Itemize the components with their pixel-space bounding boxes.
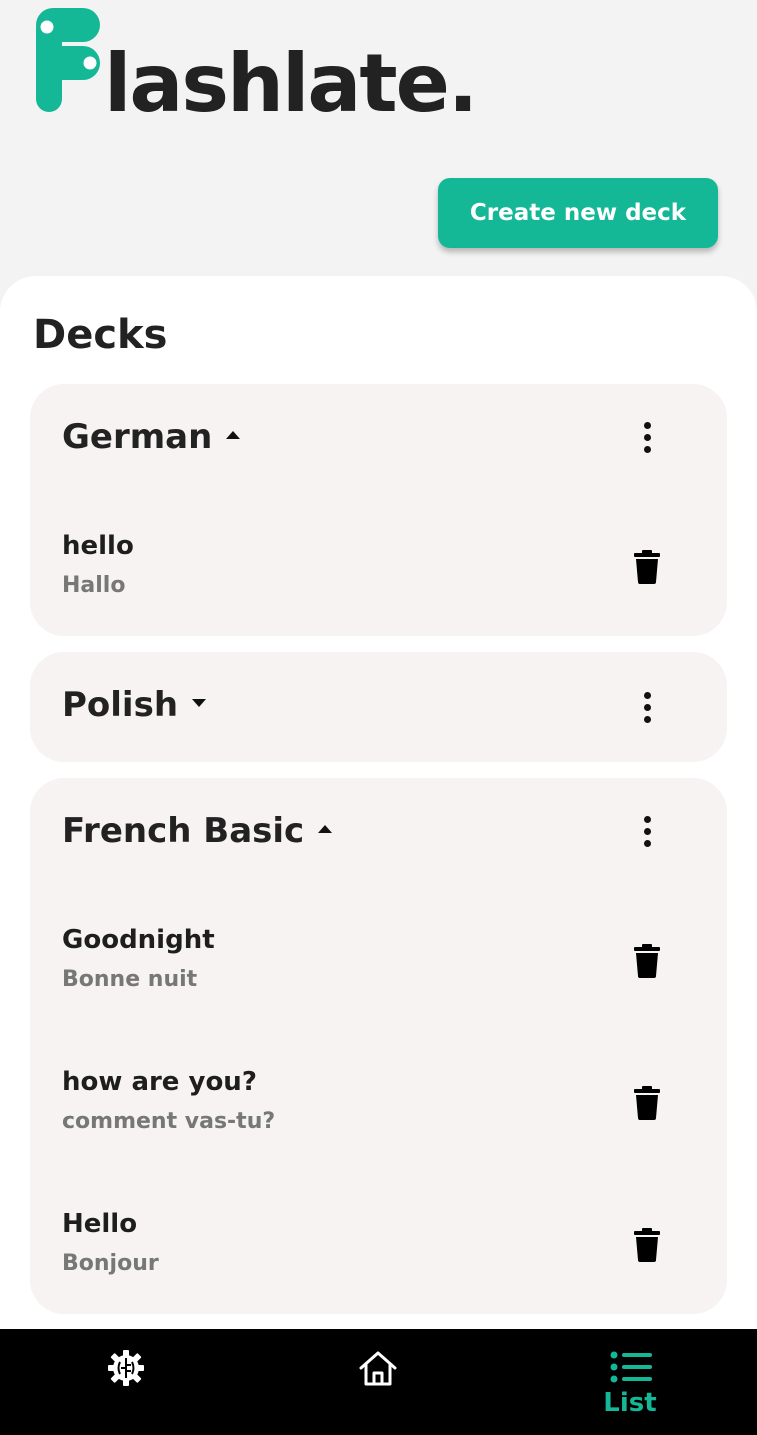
deck-name-label: French Basic: [62, 811, 305, 851]
deck-name-label: German: [62, 417, 213, 457]
card-item: Hello Bonjour: [30, 1206, 727, 1306]
trash-icon[interactable]: [634, 1228, 660, 1262]
card-item: Goodnight Bonne nuit: [30, 922, 727, 1022]
nav-label-list: List: [603, 1388, 657, 1418]
more-options-icon[interactable]: [636, 418, 660, 458]
trash-icon[interactable]: [634, 550, 660, 584]
card-back: Hallo: [62, 573, 126, 598]
caret-down-icon: [192, 698, 207, 707]
bottom-nav: List: [0, 1329, 757, 1435]
more-options-icon[interactable]: [636, 812, 660, 852]
card-front: Goodnight: [62, 925, 215, 955]
deck-german: German hello Hallo: [30, 384, 727, 636]
nav-item-study[interactable]: [66, 1329, 186, 1435]
app-logo: lashlate.: [34, 6, 478, 124]
home-icon: [359, 1351, 397, 1386]
nav-item-home[interactable]: [318, 1329, 438, 1435]
card-front: hello: [62, 531, 134, 561]
brain-gear-icon: [108, 1350, 144, 1386]
more-options-icon[interactable]: [636, 688, 660, 728]
logo-mark-icon: [36, 8, 100, 112]
deck-french-basic: French Basic Goodnight Bonne nuit how ar…: [30, 778, 727, 1314]
deck-polish: Polish: [30, 652, 727, 762]
card-item: hello Hallo: [30, 528, 727, 628]
caret-up-icon: [318, 824, 333, 833]
card-item: how are you? comment vas-tu?: [30, 1064, 727, 1164]
deck-header[interactable]: German: [30, 384, 727, 494]
section-title: Decks: [33, 312, 168, 358]
deck-name: German: [62, 412, 241, 462]
card-front: Hello: [62, 1209, 138, 1239]
list-icon: [610, 1351, 652, 1383]
trash-icon[interactable]: [634, 1086, 660, 1120]
deck-name: Polish: [62, 680, 207, 730]
logo-text: lashlate.: [104, 37, 478, 130]
deck-name-label: Polish: [62, 685, 179, 725]
caret-up-icon: [226, 430, 241, 439]
card-front: how are you?: [62, 1067, 257, 1097]
create-new-deck-button[interactable]: Create new deck: [438, 178, 718, 248]
card-back: Bonjour: [62, 1251, 159, 1276]
deck-header[interactable]: Polish: [30, 652, 727, 762]
trash-icon[interactable]: [634, 944, 660, 978]
card-back: Bonne nuit: [62, 967, 198, 992]
nav-item-list[interactable]: List: [570, 1329, 690, 1435]
deck-name: French Basic: [62, 806, 333, 856]
card-back: comment vas-tu?: [62, 1109, 276, 1134]
deck-header[interactable]: French Basic: [30, 778, 727, 888]
